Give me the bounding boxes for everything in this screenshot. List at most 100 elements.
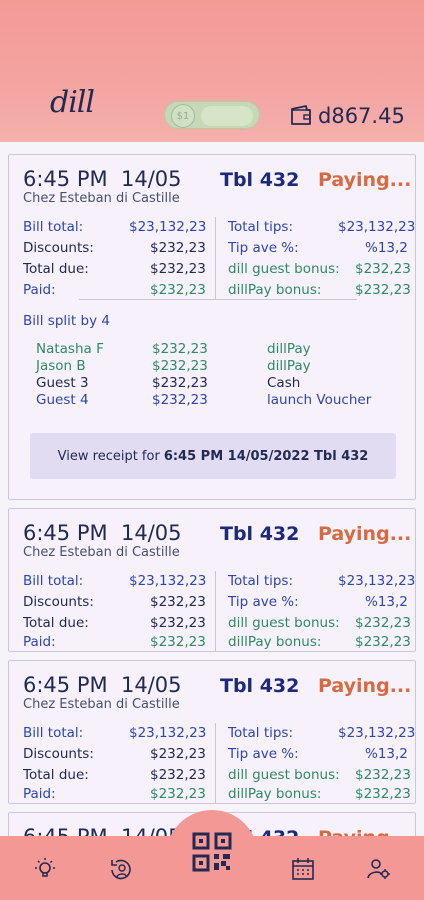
split-name: Guest 3 [36,375,89,391]
table-number: Tbl 432 [220,169,300,191]
bill-total-label: Bill total: [23,219,84,235]
table-number: Tbl 432 [220,523,300,545]
split-amount: $232,23 [152,358,208,374]
dillpay-bonus-value: $232,23 [355,282,411,298]
dillpay-bonus-label: dillPay bonus: [228,634,322,650]
split-name: Jason B [36,358,86,374]
dillpay-bonus-label: dillPay bonus: [228,786,322,802]
tip-ave-value: %13,2 [365,746,408,762]
total-tips-label: Total tips: [228,219,294,235]
guest-bonus-value: $232,23 [355,261,411,277]
svg-text:dill: dill [50,85,94,120]
paid-value: $232,23 [150,634,206,650]
guest-bonus-value: $232,23 [355,767,411,783]
split-method: dillPay [267,358,311,374]
split-amount: $232,23 [152,392,208,408]
bill-total-label: Bill total: [23,725,84,741]
total-tips-value: $23,132,23 [338,725,416,741]
dillpay-bonus-value: $232,23 [355,786,411,802]
total-due-label: Total due: [23,615,89,631]
split-amount: $232,23 [152,375,208,391]
bill-card[interactable]: 6:45 PM 14/05 Chez Esteban di Castille T… [8,154,416,500]
app-header: dill $1 d867.45 [0,0,424,142]
tip-ave-value: %13,2 [365,240,408,256]
toggle-label: $1 [176,110,190,122]
view-receipt-button[interactable]: View receipt for 6:45 PM 14/05/2022 Tbl … [30,433,396,479]
total-tips-label: Total tips: [228,725,294,741]
restaurant-name: Chez Esteban di Castille [23,697,180,712]
currency-toggle[interactable]: $1 [164,101,260,129]
status-badge: Paying... [318,827,411,836]
history-icon[interactable] [108,856,134,882]
table-number: Tbl 432 [220,675,300,697]
receipt-target: 6:45 PM 14/05/2022 Tbl 432 [163,448,369,464]
receipt-prefix: View receipt for [57,448,160,464]
bill-date: 14/05 [121,521,182,545]
column-divider [215,571,216,651]
split-title: Bill split by 4 [23,313,110,329]
total-tips-label: Total tips: [228,573,294,589]
tip-ave-label: Tip ave %: [228,594,299,610]
bill-date: 14/05 [121,167,182,191]
bill-total-value: $23,132,23 [129,219,207,235]
tip-ave-value: %13,2 [365,594,408,610]
lightbulb-icon[interactable] [32,856,58,882]
wallet-balance: d867.45 [318,104,405,128]
split-method: Cash [267,375,301,391]
bill-time: 6:45 PM [23,521,108,545]
split-name: Guest 4 [36,392,89,408]
bill-time: 6:45 PM [23,167,108,191]
discounts-label: Discounts: [23,746,94,762]
total-tips-value: $23,132,23 [338,219,416,235]
total-due-label: Total due: [23,261,89,277]
bill-total-label: Bill total: [23,573,84,589]
column-divider [215,217,216,299]
tip-ave-label: Tip ave %: [228,746,299,762]
guest-bonus-value: $232,23 [355,615,411,631]
paid-label: Paid: [23,282,56,298]
paid-value: $232,23 [150,786,206,802]
bill-card[interactable]: 6:45 PM 14/05 Chez Esteban di Castille T… [8,660,416,804]
total-tips-value: $23,132,23 [338,573,416,589]
discounts-value: $232,23 [150,240,206,256]
qr-code-icon[interactable] [192,832,232,872]
total-due-label: Total due: [23,767,89,783]
status-badge: Paying... [318,675,412,697]
discounts-value: $232,23 [150,746,206,762]
calendar-icon[interactable] [290,856,316,882]
total-due-value: $232,23 [150,767,206,783]
bill-time: 6:45 PM [23,825,108,836]
bill-date: 14/05 [121,673,182,697]
split-method: launch Voucher [267,392,372,408]
bill-total-value: $23,132,23 [129,725,207,741]
dillpay-bonus-label: dillPay bonus: [228,282,322,298]
discounts-label: Discounts: [23,594,94,610]
dillpay-bonus-value: $232,23 [355,634,411,650]
section-divider [79,299,357,300]
paid-label: Paid: [23,786,56,802]
user-settings-icon[interactable] [366,856,392,882]
toggle-track [201,106,253,126]
bill-time: 6:45 PM [23,673,108,697]
tip-ave-label: Tip ave %: [228,240,299,256]
bill-card[interactable]: 6:45 PM 14/05 Chez Esteban di Castille T… [8,508,416,652]
status-badge: Paying... [318,523,412,545]
dill-logo-mark: dill [50,85,95,120]
split-method: dillPay [267,341,311,357]
guest-bonus-label: dill guest bonus: [228,261,340,277]
paid-value: $232,23 [150,282,206,298]
guest-bonus-label: dill guest bonus: [228,615,340,631]
discounts-label: Discounts: [23,240,94,256]
toggle-knob: $1 [171,104,195,128]
status-badge: Paying... [318,169,412,191]
dill-logo[interactable]: dill [48,80,98,124]
bills-list[interactable]: 6:45 PM 14/05 Chez Esteban di Castille T… [0,142,424,836]
restaurant-name: Chez Esteban di Castille [23,191,180,206]
total-due-value: $232,23 [150,615,206,631]
split-amount: $232,23 [152,341,208,357]
split-name: Natasha F [36,341,104,357]
column-divider [215,723,216,803]
guest-bonus-label: dill guest bonus: [228,767,340,783]
wallet-icon[interactable] [290,104,312,126]
bill-total-value: $23,132,23 [129,573,207,589]
